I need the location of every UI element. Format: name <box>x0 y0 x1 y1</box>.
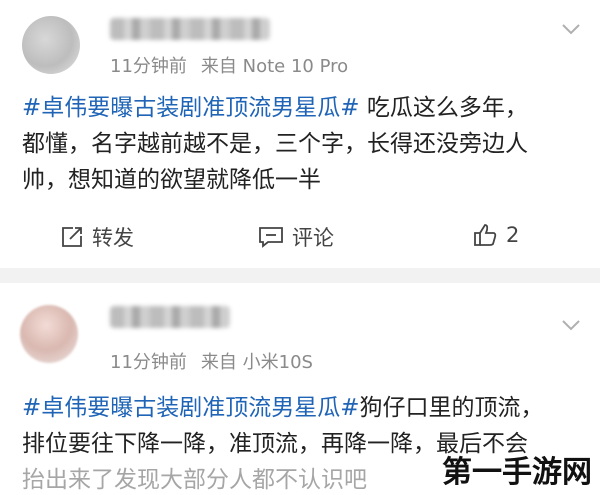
username-blurred[interactable] <box>110 306 230 328</box>
post-line: 帅，想知道的欲望就降低一半 <box>22 167 321 193</box>
topic-link[interactable]: #卓伟要曝古装剧准顶流男星瓜# <box>22 95 360 121</box>
post-meta: 11分钟前 来自 Note 10 Pro <box>110 52 348 78</box>
like-button[interactable]: 2 <box>472 222 519 248</box>
avatar[interactable] <box>22 16 80 74</box>
repost-button[interactable]: 转发 <box>60 222 134 252</box>
post-meta: 11分钟前 来自 小米10S <box>110 348 313 374</box>
avatar[interactable] <box>20 305 78 363</box>
action-bar: 转发 评论 2 <box>0 218 600 258</box>
username-blurred[interactable] <box>110 18 270 40</box>
post-source: 来自 Note 10 Pro <box>200 56 349 77</box>
like-count: 2 <box>506 223 520 247</box>
repost-label: 转发 <box>92 226 134 250</box>
topic-link[interactable]: #卓伟要曝古装剧准顶流男星瓜# <box>22 395 360 421</box>
post-line: 抬出来了发现大部分人都不认识吧 <box>22 467 367 493</box>
post-line: 狗仔口里的顶流， <box>359 395 544 421</box>
chevron-down-icon[interactable] <box>560 314 582 336</box>
thumbs-up-icon <box>474 224 497 246</box>
repost-icon <box>62 227 82 247</box>
comment-label: 评论 <box>292 226 334 250</box>
post-text: #卓伟要曝古装剧准顶流男星瓜# 吃瓜这么多年， 都懂，名字越前越不是，三个字，长… <box>22 90 582 198</box>
post-source: 来自 小米10S <box>200 352 313 373</box>
post-time: 11分钟前 <box>110 352 187 373</box>
chevron-down-icon[interactable] <box>560 18 582 40</box>
watermark: 第一手游网 <box>442 455 592 490</box>
comment-button[interactable]: 评论 <box>258 222 334 252</box>
comment-icon <box>259 227 283 248</box>
weibo-post-1: 11分钟前 来自 Note 10 Pro #卓伟要曝古装剧准顶流男星瓜# 吃瓜这么… <box>0 0 600 268</box>
post-line: 吃瓜这么多年， <box>359 95 528 121</box>
post-line: 都懂，名字越前越不是，三个字，长得还没旁边人 <box>22 131 528 157</box>
post-time: 11分钟前 <box>110 56 187 77</box>
